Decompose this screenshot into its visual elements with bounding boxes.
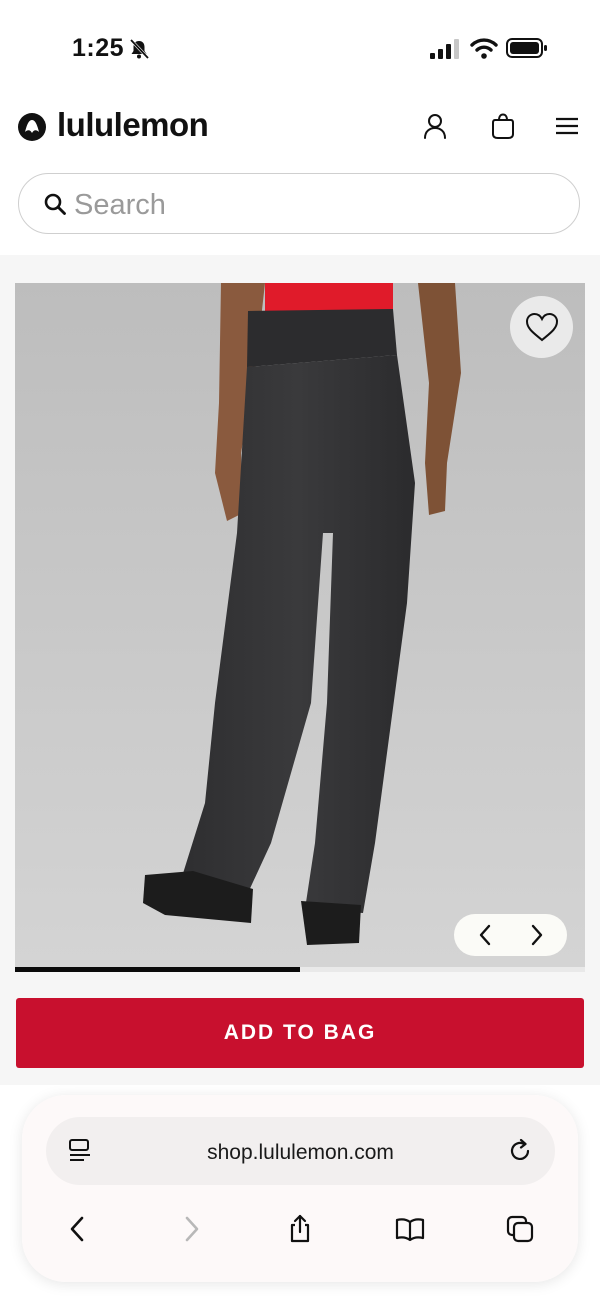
product-image[interactable] — [15, 283, 585, 969]
lululemon-logo-icon[interactable] — [17, 112, 47, 142]
search-icon — [44, 193, 66, 215]
product-photo — [15, 283, 585, 969]
search-bar[interactable] — [18, 173, 580, 234]
status-time: 1:25 — [72, 34, 125, 62]
forward-arrow-icon[interactable] — [175, 1213, 207, 1245]
tabs-overview-icon[interactable] — [504, 1213, 536, 1245]
shopping-bag-icon[interactable] — [490, 112, 516, 140]
back-arrow-icon[interactable] — [62, 1213, 94, 1245]
chevron-right-icon[interactable] — [524, 923, 548, 947]
reload-icon[interactable] — [506, 1137, 534, 1165]
heart-icon — [525, 312, 558, 342]
image-progress-track — [15, 967, 585, 972]
url-text: shop.lululemon.com — [207, 1141, 394, 1164]
favorite-button[interactable] — [510, 296, 573, 358]
carousel-controls — [454, 914, 567, 956]
wifi-icon — [470, 38, 498, 59]
address-bar[interactable]: shop.lululemon.com — [46, 1117, 555, 1185]
brand-wordmark[interactable]: lululemon — [57, 106, 209, 144]
site-header: lululemon — [0, 96, 600, 158]
search-input[interactable] — [72, 184, 556, 226]
add-to-bag-button[interactable]: ADD TO BAG — [16, 998, 584, 1068]
hamburger-menu-icon[interactable] — [554, 112, 580, 140]
share-icon[interactable] — [284, 1213, 316, 1245]
account-icon[interactable] — [422, 112, 448, 140]
battery-icon — [506, 38, 547, 58]
chevron-left-icon[interactable] — [474, 923, 498, 947]
status-bar: 1:25 — [0, 0, 600, 96]
bookmarks-book-icon[interactable] — [394, 1213, 426, 1245]
image-progress-fill — [15, 967, 300, 972]
cellular-signal-icon — [430, 39, 459, 59]
bell-muted-icon — [129, 38, 150, 60]
browser-toolbar: shop.lululemon.com — [22, 1095, 578, 1282]
